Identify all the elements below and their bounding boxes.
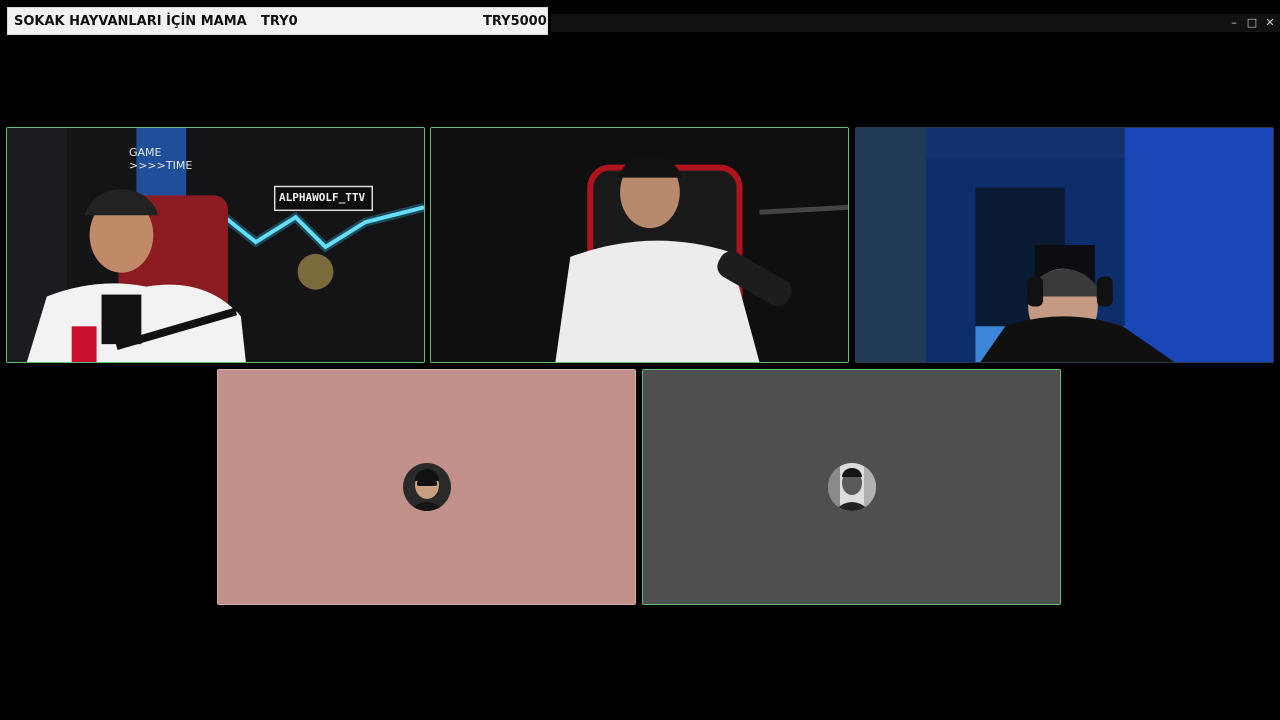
participant-avatar-5 — [827, 463, 876, 511]
close-icon[interactable]: ✕ — [1262, 14, 1278, 32]
window-titlebar — [551, 14, 1280, 32]
donation-goal-amount: TRY5000 — [483, 14, 547, 29]
game-sign-word: GAME — [129, 146, 162, 159]
participant-tile-3[interactable] — [855, 127, 1274, 363]
participant-video-1 — [7, 128, 424, 362]
participant-tile-4[interactable] — [217, 369, 636, 605]
participant-tile-2[interactable] — [430, 127, 849, 363]
participant-tile-1[interactable]: ALPHAWOLF_TTV GAME >>>>TIME — [6, 127, 425, 363]
participant-video-2 — [431, 128, 848, 362]
donation-goal-bar: SOKAK HAYVANLARI İÇİN MAMA TRY0 TRY5000 — [7, 7, 548, 35]
donation-campaign-title: SOKAK HAYVANLARI İÇİN MAMA — [14, 14, 247, 29]
time-sign-word: >>>>TIME — [129, 159, 193, 172]
alphawolf-overlay-label: ALPHAWOLF_TTV — [279, 191, 366, 204]
donation-raised-amount: TRY0 — [261, 14, 298, 29]
participant-tile-5[interactable] — [642, 369, 1061, 605]
participant-video-3 — [856, 128, 1273, 362]
participant-avatar-4 — [402, 463, 451, 511]
minimize-icon[interactable]: – — [1226, 14, 1242, 32]
game-time-sign: GAME >>>>TIME — [129, 146, 192, 172]
maximize-icon[interactable]: □ — [1244, 14, 1260, 32]
